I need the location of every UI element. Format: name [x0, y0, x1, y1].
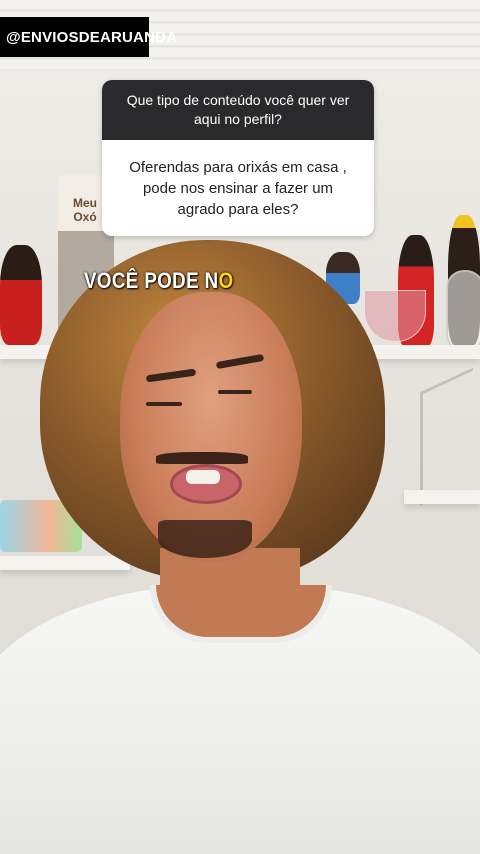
clear-bowl: [446, 270, 480, 352]
account-handle-label: @ENVIOSDEARUANDA: [0, 17, 177, 57]
moustache: [156, 452, 248, 464]
video-frame: Meu Oxó @ENVIOSDEARUANDA Que tipo de con…: [0, 0, 480, 854]
shelf-bracket: [420, 367, 473, 506]
teeth: [186, 470, 220, 484]
beard: [158, 520, 252, 558]
subtitle-caption: VOCÊ PODE NO: [84, 268, 234, 294]
question-sticker-answer: Oferendas para orixás em casa , pode nos…: [102, 140, 374, 236]
account-handle-text: @ENVIOSDEARUANDA: [6, 28, 178, 46]
right-eye: [218, 390, 252, 394]
caption-text: VOCÊ PODE N: [84, 268, 219, 293]
wall-shelf-left: [0, 556, 130, 570]
statue-red: [0, 245, 42, 345]
left-eye: [146, 402, 182, 406]
question-sticker: Que tipo de conteúdo você quer ver aqui …: [102, 80, 374, 236]
caption-highlight: O: [218, 268, 234, 293]
question-sticker-header: Que tipo de conteúdo você quer ver aqui …: [102, 80, 374, 140]
wall-shelf-right: [404, 490, 480, 504]
